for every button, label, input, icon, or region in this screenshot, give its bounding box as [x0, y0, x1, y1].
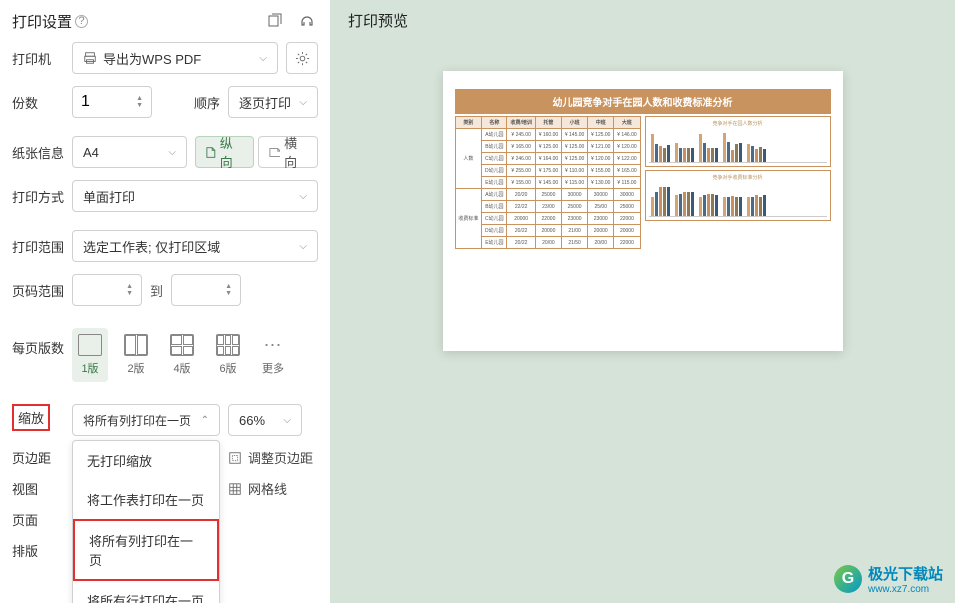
- scale-dropdown: 无打印缩放 将工作表打印在一页 将所有列打印在一页 将所有行打印在一页 自定义缩…: [72, 440, 220, 603]
- page-from-stepper[interactable]: ▲▼: [72, 274, 142, 306]
- preview-panel: 打印预览 幼儿园竞争对手在园人数和收费标准分析 类别名称收费/培训托管小班中班大…: [330, 0, 955, 603]
- layout-more-button[interactable]: ⋯更多: [256, 329, 290, 382]
- chevron-down-icon: ⌵: [299, 241, 307, 252]
- printer-label: 打印机: [12, 49, 64, 68]
- method-label: 打印方式: [12, 187, 64, 206]
- printer-select[interactable]: 导出为WPS PDF ⌵: [72, 42, 278, 74]
- paper-size-select[interactable]: A4 ⌵: [72, 136, 187, 168]
- adjust-margin-button[interactable]: 调整页边距: [228, 448, 313, 467]
- page-to-stepper[interactable]: ▲▼: [171, 274, 241, 306]
- order-select[interactable]: 逐页打印 ⌵: [228, 86, 318, 118]
- landscape-button[interactable]: 横向: [258, 136, 318, 168]
- scale-option-none[interactable]: 无打印缩放: [73, 441, 219, 480]
- view-label: 视图: [12, 479, 64, 498]
- last-label: 排版: [12, 541, 64, 560]
- layout-4-button[interactable]: 4版: [164, 328, 200, 382]
- chart-1: 竞争对手在园人数分析: [645, 116, 831, 167]
- chevron-down-icon: ⌵: [299, 191, 307, 202]
- scale-option-cols[interactable]: 将所有列打印在一页: [73, 519, 219, 581]
- printer-icon: [83, 51, 97, 65]
- settings-panel: 打印设置 ? 打印机 导出为WPS PDF ⌵: [0, 0, 330, 603]
- margin-label: 页边距: [12, 448, 64, 467]
- page-portrait-icon: [206, 146, 216, 159]
- gear-icon: [295, 51, 310, 66]
- scale-option-sheet[interactable]: 将工作表打印在一页: [73, 480, 219, 519]
- watermark: G 极光下载站 www.xz7.com: [834, 563, 943, 595]
- layout-2-button[interactable]: 2版: [118, 328, 154, 382]
- scale-label: 缩放: [12, 404, 64, 431]
- copies-stepper[interactable]: 1 ▲▼: [72, 86, 152, 118]
- layout-label: 每页版数: [12, 324, 64, 357]
- page-landscape-icon: [269, 147, 280, 158]
- chevron-up-icon: ⌃: [201, 415, 209, 426]
- printer-settings-button[interactable]: [286, 42, 318, 74]
- pages-label: 页码范围: [12, 281, 64, 300]
- headset-icon[interactable]: [296, 10, 318, 32]
- range-label: 打印范围: [12, 237, 64, 256]
- scale-percent-select[interactable]: 66% ⌵: [228, 404, 302, 436]
- pages-to-label: 到: [150, 281, 163, 300]
- copies-label: 份数: [12, 93, 64, 112]
- grid-icon: [228, 482, 242, 496]
- preview-title: 打印预览: [348, 10, 937, 31]
- order-label: 顺序: [194, 93, 220, 112]
- watermark-logo-icon: G: [834, 565, 862, 593]
- doc-table: 类别名称收费/培训托管小班中班大班人数A幼儿园¥ 245.00¥ 160.00¥…: [455, 116, 641, 249]
- chevron-down-icon: ⌵: [299, 97, 307, 108]
- gridlines-button[interactable]: 网格线: [228, 479, 287, 498]
- scale-select[interactable]: 将所有列打印在一页 ⌃: [72, 404, 220, 436]
- scale-option-rows[interactable]: 将所有行打印在一页: [73, 581, 219, 603]
- chevron-down-icon: ⌵: [283, 415, 291, 426]
- portrait-button[interactable]: 纵向: [195, 136, 254, 168]
- paper-label: 纸张信息: [12, 143, 64, 162]
- chevron-down-icon: ⌵: [259, 53, 267, 64]
- chevron-down-icon: ⌵: [168, 147, 176, 158]
- method-select[interactable]: 单面打印 ⌵: [72, 180, 318, 212]
- window-icon[interactable]: [264, 10, 286, 32]
- preview-page: 幼儿园竞争对手在园人数和收费标准分析 类别名称收费/培训托管小班中班大班人数A幼…: [443, 71, 843, 351]
- help-icon[interactable]: ?: [75, 15, 88, 28]
- layout-6-button[interactable]: 6版: [210, 328, 246, 382]
- doc-title: 幼儿园竞争对手在园人数和收费标准分析: [455, 89, 831, 114]
- panel-title: 打印设置 ?: [12, 11, 88, 32]
- layout-1-button[interactable]: 1版: [72, 328, 108, 382]
- page-label: 页面: [12, 510, 64, 529]
- margin-icon: [228, 451, 242, 465]
- range-select[interactable]: 选定工作表; 仅打印区域 ⌵: [72, 230, 318, 262]
- chart-2: 竞争对手收费标准分析: [645, 170, 831, 221]
